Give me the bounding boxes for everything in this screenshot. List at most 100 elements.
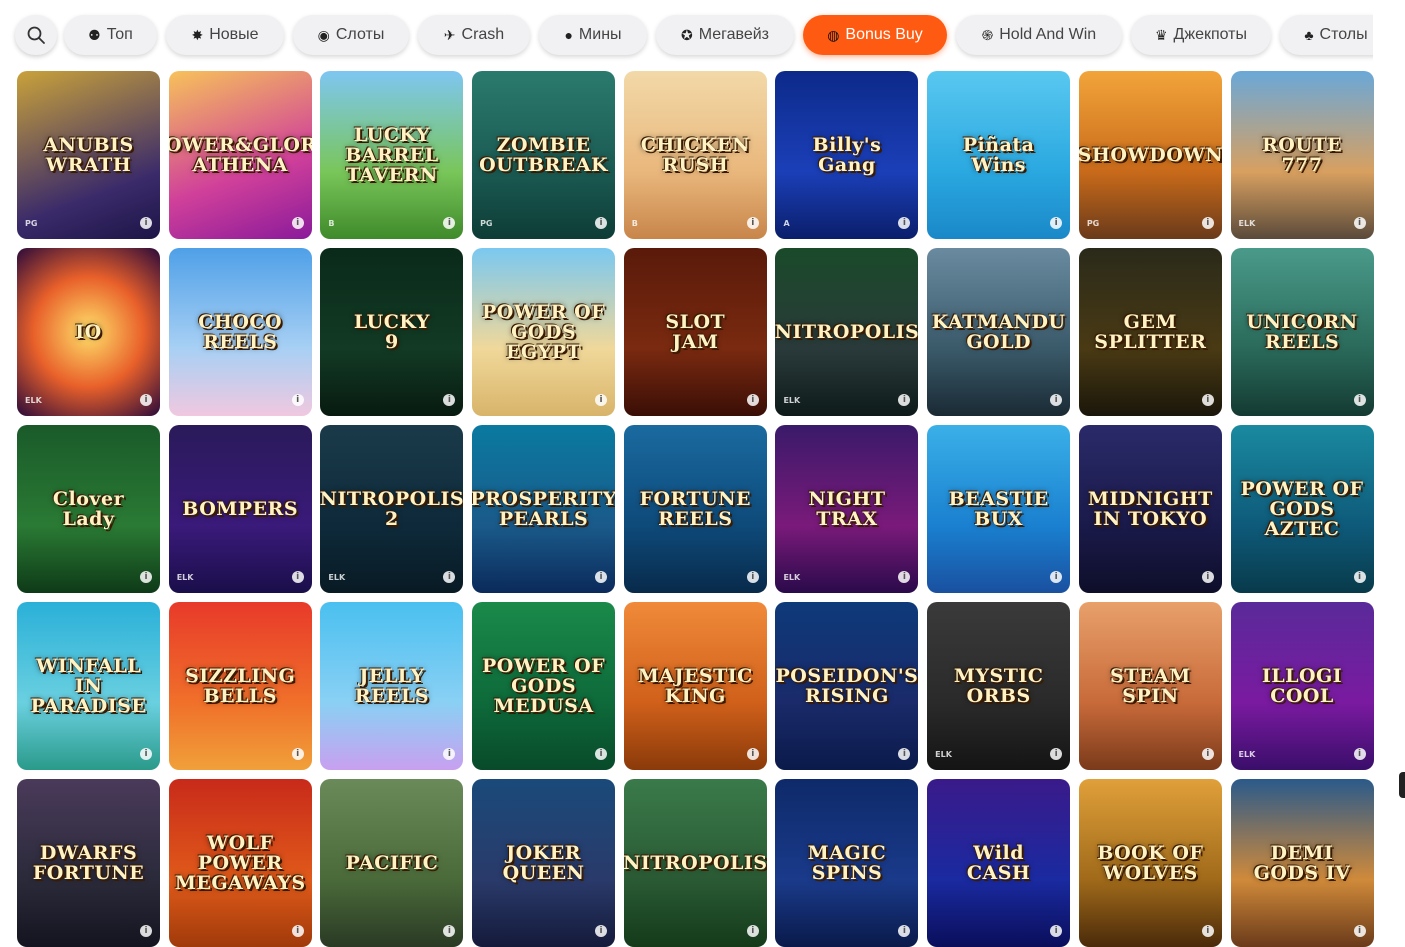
tab-4[interactable]: ✈ Crash xyxy=(418,15,530,55)
info-icon[interactable]: i xyxy=(898,394,911,406)
info-icon[interactable]: i xyxy=(291,748,304,760)
game-tile[interactable]: MAJESTIC KING i xyxy=(623,602,767,770)
info-icon[interactable]: i xyxy=(1201,748,1214,760)
info-icon[interactable]: i xyxy=(595,925,608,937)
info-icon[interactable]: i xyxy=(140,925,152,937)
info-icon[interactable]: i xyxy=(291,394,304,406)
tab-3[interactable]: ◉ Слоты xyxy=(293,15,409,55)
game-tile[interactable]: ROUTE 777 ELK i xyxy=(1230,71,1374,239)
game-tile[interactable]: LUCKY BARREL TAVERN Bi xyxy=(320,71,464,239)
game-tile[interactable]: PROSPERITY PEARLS i xyxy=(472,425,616,593)
info-icon[interactable]: i xyxy=(140,571,152,583)
game-tile[interactable]: POWER OF GODS EGYPT i xyxy=(472,248,616,416)
game-tile[interactable]: POSEIDON'S RISING i xyxy=(775,602,919,770)
info-icon[interactable]: i xyxy=(1201,394,1214,406)
game-tile[interactable]: Clover Lady i xyxy=(17,425,160,593)
info-icon[interactable]: i xyxy=(746,571,759,583)
info-icon[interactable]: i xyxy=(1050,571,1063,583)
game-tile[interactable]: Wild CASH i xyxy=(927,779,1071,947)
game-tile[interactable]: Billy's Gang Ai xyxy=(775,71,919,239)
info-icon[interactable]: i xyxy=(898,217,911,229)
game-tile[interactable]: WINFALL IN PARADISE i xyxy=(17,602,160,770)
game-tile[interactable]: POWER OF GODS MEDUSA i xyxy=(472,602,616,770)
info-icon[interactable]: i xyxy=(443,394,456,406)
game-tile[interactable]: MIDNIGHT IN TOKYO i xyxy=(1078,425,1222,593)
game-tile[interactable]: BEASTIE BUX i xyxy=(927,425,1071,593)
info-icon[interactable]: i xyxy=(746,925,759,937)
game-tile[interactable]: NITROPOLIS i xyxy=(623,779,767,947)
info-icon[interactable]: i xyxy=(898,571,911,583)
side-widget-handle[interactable] xyxy=(1399,772,1405,798)
info-icon[interactable]: i xyxy=(291,925,304,937)
game-tile[interactable]: Piñata Wins i xyxy=(927,71,1071,239)
info-icon[interactable]: i xyxy=(898,748,911,760)
info-icon[interactable]: i xyxy=(1353,748,1366,760)
search-button[interactable] xyxy=(15,15,57,55)
tab-7[interactable]: ◍ Bonus Buy xyxy=(803,15,947,55)
info-icon[interactable]: i xyxy=(746,748,759,760)
info-icon[interactable]: i xyxy=(443,217,456,229)
game-tile[interactable]: KATMANDU GOLD i xyxy=(927,248,1071,416)
info-icon[interactable]: i xyxy=(1201,217,1214,229)
info-icon[interactable]: i xyxy=(140,394,152,406)
info-icon[interactable]: i xyxy=(595,748,608,760)
game-tile[interactable]: SHOWDOWN PG i xyxy=(1078,71,1222,239)
info-icon[interactable]: i xyxy=(291,571,304,583)
game-tile[interactable]: PACIFIC i xyxy=(320,779,464,947)
game-tile[interactable]: CHOCO REELS i xyxy=(168,248,312,416)
game-tile[interactable]: POWER&GLORY ATHENA i xyxy=(168,71,312,239)
game-tile[interactable]: STEAM SPIN i xyxy=(1078,602,1222,770)
info-icon[interactable]: i xyxy=(291,217,304,229)
game-tile[interactable]: POWER OF GODS AZTEC i xyxy=(1230,425,1374,593)
game-tile[interactable]: MYSTIC ORBS ELK i xyxy=(927,602,1071,770)
game-tile[interactable]: IO ELK i xyxy=(17,248,160,416)
game-tile[interactable]: JELLY REELS i xyxy=(320,602,464,770)
game-tile[interactable]: NITROPOLIS 2 ELK i xyxy=(320,425,464,593)
info-icon[interactable]: i xyxy=(140,748,152,760)
tab-2[interactable]: ✸ Новые xyxy=(166,15,284,55)
game-tile[interactable]: NIGHT TRAX ELK i xyxy=(775,425,919,593)
info-icon[interactable]: i xyxy=(1050,748,1063,760)
game-tile[interactable]: LUCKY 9 i xyxy=(320,248,464,416)
game-tile[interactable]: JOKER QUEEN i xyxy=(472,779,616,947)
info-icon[interactable]: i xyxy=(898,925,911,937)
info-icon[interactable]: i xyxy=(595,394,608,406)
game-tile[interactable]: DWARFS FORTUNE i xyxy=(17,779,160,947)
game-tile[interactable]: ANUBIS WRATH PG i xyxy=(17,71,160,239)
tab-1[interactable]: ⚉ Топ xyxy=(64,15,157,55)
game-tile[interactable]: ILLOGI COOL ELK i xyxy=(1230,602,1374,770)
tab-9[interactable]: ♛ Джекпоты xyxy=(1131,15,1271,55)
info-icon[interactable]: i xyxy=(1050,925,1063,937)
game-tile[interactable]: SLOT JAM i xyxy=(623,248,767,416)
info-icon[interactable]: i xyxy=(746,394,759,406)
game-tile[interactable]: FORTUNE REELS i xyxy=(623,425,767,593)
game-tile[interactable]: BOOK OF WOLVES i xyxy=(1078,779,1222,947)
game-tile[interactable]: SIZZLING BELLS i xyxy=(168,602,312,770)
info-icon[interactable]: i xyxy=(746,217,759,229)
game-tile[interactable]: NITROPOLIS ELK i xyxy=(775,248,919,416)
info-icon[interactable]: i xyxy=(1353,217,1366,229)
game-tile[interactable]: WOLF POWER MEGAWAYS i xyxy=(168,779,312,947)
info-icon[interactable]: i xyxy=(1353,571,1366,583)
info-icon[interactable]: i xyxy=(595,217,608,229)
tab-5[interactable]: ● Мины xyxy=(539,15,647,55)
info-icon[interactable]: i xyxy=(595,571,608,583)
info-icon[interactable]: i xyxy=(1201,571,1214,583)
info-icon[interactable]: i xyxy=(443,571,456,583)
info-icon[interactable]: i xyxy=(1201,925,1214,937)
game-tile[interactable]: UNICORN REELS i xyxy=(1230,248,1374,416)
game-tile[interactable]: CHICKEN RUSH Bi xyxy=(623,71,767,239)
info-icon[interactable]: i xyxy=(140,217,152,229)
info-icon[interactable]: i xyxy=(1050,394,1063,406)
info-icon[interactable]: i xyxy=(1353,925,1366,937)
game-tile[interactable]: MAGIC SPINS i xyxy=(775,779,919,947)
info-icon[interactable]: i xyxy=(443,748,456,760)
info-icon[interactable]: i xyxy=(1050,217,1063,229)
game-tile[interactable]: DEMI GODS IV i xyxy=(1230,779,1374,947)
game-tile[interactable]: BOMPERS ELK i xyxy=(168,425,312,593)
tab-6[interactable]: ✪ Мегавейз xyxy=(656,15,794,55)
game-tile[interactable]: ZOMBIE OUTBREAK PG i xyxy=(472,71,616,239)
game-tile[interactable]: GEM SPLITTER i xyxy=(1078,248,1222,416)
tab-8[interactable]: ֍ Hold And Win xyxy=(956,15,1122,55)
info-icon[interactable]: i xyxy=(443,925,456,937)
